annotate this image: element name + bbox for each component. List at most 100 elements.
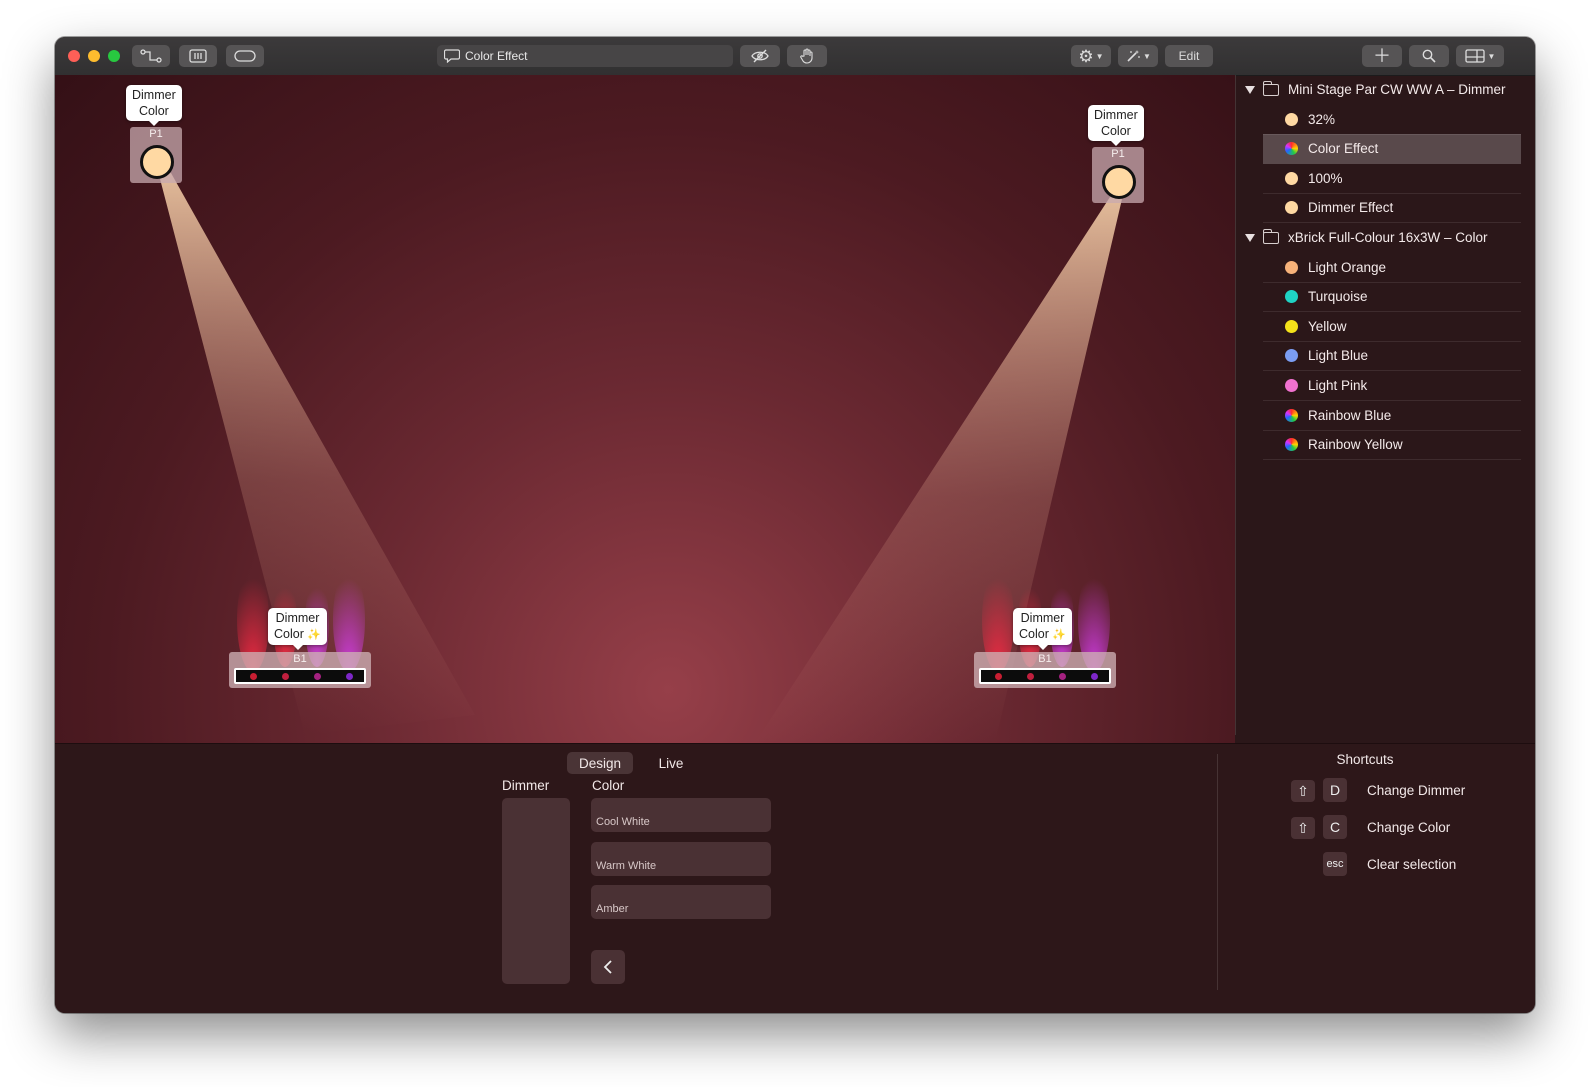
led-bar [979,668,1111,684]
sidebar-item[interactable]: Color Effect [1263,134,1521,165]
sidebar-item-label: 100% [1308,170,1343,186]
sidebar-item[interactable]: Light Blue [1263,341,1521,372]
rainbow-swatch-icon [1285,408,1298,422]
color-swatch-icon [1285,260,1298,274]
color-header: Color [592,778,625,793]
sidebar-item-label: Turquoise [1308,289,1368,305]
search-icon [1422,49,1436,63]
edit-button-label: Edit [1178,49,1200,63]
stage-canvas[interactable]: Dimmer Color P1 Dimmer Color P1 Dimmer C… [55,75,1235,743]
sidebar-item-label: Light Orange [1308,259,1387,275]
inspector-panel: Design Live Dimmer Color Cool White Warm… [55,743,1535,1013]
tab-design[interactable]: Design [567,752,633,774]
hand-icon [800,48,813,64]
sidebar-item-label: Dimmer Effect [1308,200,1394,216]
dimmer-header: Dimmer [502,778,550,793]
speech-bubble-icon [444,49,460,63]
faders-view-button[interactable] [179,45,217,67]
sidebar-item[interactable]: Light Orange [1263,253,1521,283]
fixture-tag: Dimmer Color [1088,105,1144,146]
sidebar-item[interactable]: Dimmer Effect [1263,193,1521,224]
layout-menu-button[interactable]: ▼ [1456,45,1504,67]
hide-button[interactable] [740,45,780,67]
bulb-icon [1102,165,1136,199]
chevron-down-icon: ▼ [1095,51,1104,61]
sidebar-item-label: Color Effect [1308,141,1379,157]
sidebar-item[interactable]: 100% [1263,164,1521,194]
sidebar-group-1[interactable]: xBrick Full-Colour 16x3W – Color [1245,223,1525,252]
magic-wand-icon: ✨ [1052,629,1067,641]
document-title: Color Effect [465,49,528,63]
led [1027,673,1034,680]
color-swatch-icon [1285,112,1298,126]
fixture-brick-b1-right[interactable]: B1 [974,652,1116,688]
sidebar-item[interactable]: Yellow [1263,312,1521,342]
sidebar-item-label: Rainbow Yellow [1308,437,1403,453]
magic-wand-icon [1127,50,1140,62]
patch-view-button[interactable] [132,45,170,67]
magic-wand-icon: ✨ [307,629,322,641]
key-d: D [1323,778,1347,802]
effects-menu-button[interactable]: ▼ [1118,45,1158,67]
stage-icon [234,50,256,62]
close-window-button[interactable] [68,50,80,62]
chevron-left-icon [603,960,612,974]
disclosure-triangle-icon[interactable] [1245,85,1255,94]
color-option-warm-white[interactable]: Warm White [591,842,771,876]
shortcuts-title: Shortcuts [1336,752,1394,767]
sidebar-item[interactable]: Light Pink [1263,371,1521,401]
chevron-down-icon: ▼ [1487,51,1496,61]
fixture-tag: Dimmer Color [126,85,182,126]
stage-view-button[interactable] [226,45,264,67]
disclosure-triangle-icon[interactable] [1245,233,1255,242]
sidebar-group-label: Mini Stage Par CW WW A – Dimmer [1288,82,1506,97]
chevron-down-icon: ▼ [1143,51,1151,61]
led [995,673,1002,680]
color-swatch-icon [1285,201,1298,215]
fixture-par-p1-left[interactable]: P1 [130,127,182,183]
bulb-icon [140,145,174,179]
led [1059,673,1066,680]
add-button[interactable]: ＋ [1362,45,1402,67]
edit-button[interactable]: Edit [1165,45,1213,67]
sidebar-item[interactable]: Rainbow Blue [1263,401,1521,431]
dimmer-slider[interactable] [502,798,570,984]
minimize-window-button[interactable] [88,50,100,62]
key-c: C [1323,815,1347,839]
hand-tool-button[interactable] [787,45,827,67]
zoom-window-button[interactable] [108,50,120,62]
folder-icon [1262,80,1279,96]
layout-icon [1464,49,1485,63]
sidebar-group-0[interactable]: Mini Stage Par CW WW A – Dimmer [1245,75,1525,104]
shortcut-label: Change Dimmer [1367,783,1466,798]
sidebar-item[interactable]: Turquoise [1263,282,1521,313]
gear-icon: ⚙ [1078,46,1094,66]
plus-icon: ＋ [1373,46,1391,66]
sidebar-item[interactable]: Rainbow Yellow [1263,430,1521,461]
back-button[interactable] [591,950,625,984]
settings-menu-button[interactable]: ⚙ ▼ [1071,45,1111,67]
panel-divider [1217,754,1218,990]
fixture-brick-b1-left[interactable]: B1 [229,652,371,688]
sidebar-divider [1235,75,1236,735]
faders-icon [189,49,207,63]
folder-icon [1262,228,1279,244]
sidebar-item[interactable]: 32% [1263,105,1521,135]
rainbow-swatch-icon [1285,142,1298,156]
sidebar-item-label: Rainbow Blue [1308,407,1392,423]
led [1091,673,1098,680]
color-swatch-icon [1285,290,1298,304]
search-button[interactable] [1409,45,1449,67]
color-swatch-icon [1285,379,1298,392]
fixture-par-p1-right[interactable]: P1 [1092,147,1144,203]
tab-live[interactable]: Live [640,752,702,774]
color-option-amber[interactable]: Amber [591,885,771,919]
rainbow-swatch-icon [1285,438,1298,452]
patch-icon [140,49,162,63]
color-swatch-icon [1285,349,1298,363]
fixture-label: P1 [1111,148,1125,160]
document-title-field[interactable]: Color Effect [437,45,733,67]
scene-library-sidebar: Mini Stage Par CW WW A – Dimmer 32% Color … [1235,75,1535,743]
color-option-cool-white[interactable]: Cool White [591,798,771,832]
key-esc: esc [1323,852,1347,876]
